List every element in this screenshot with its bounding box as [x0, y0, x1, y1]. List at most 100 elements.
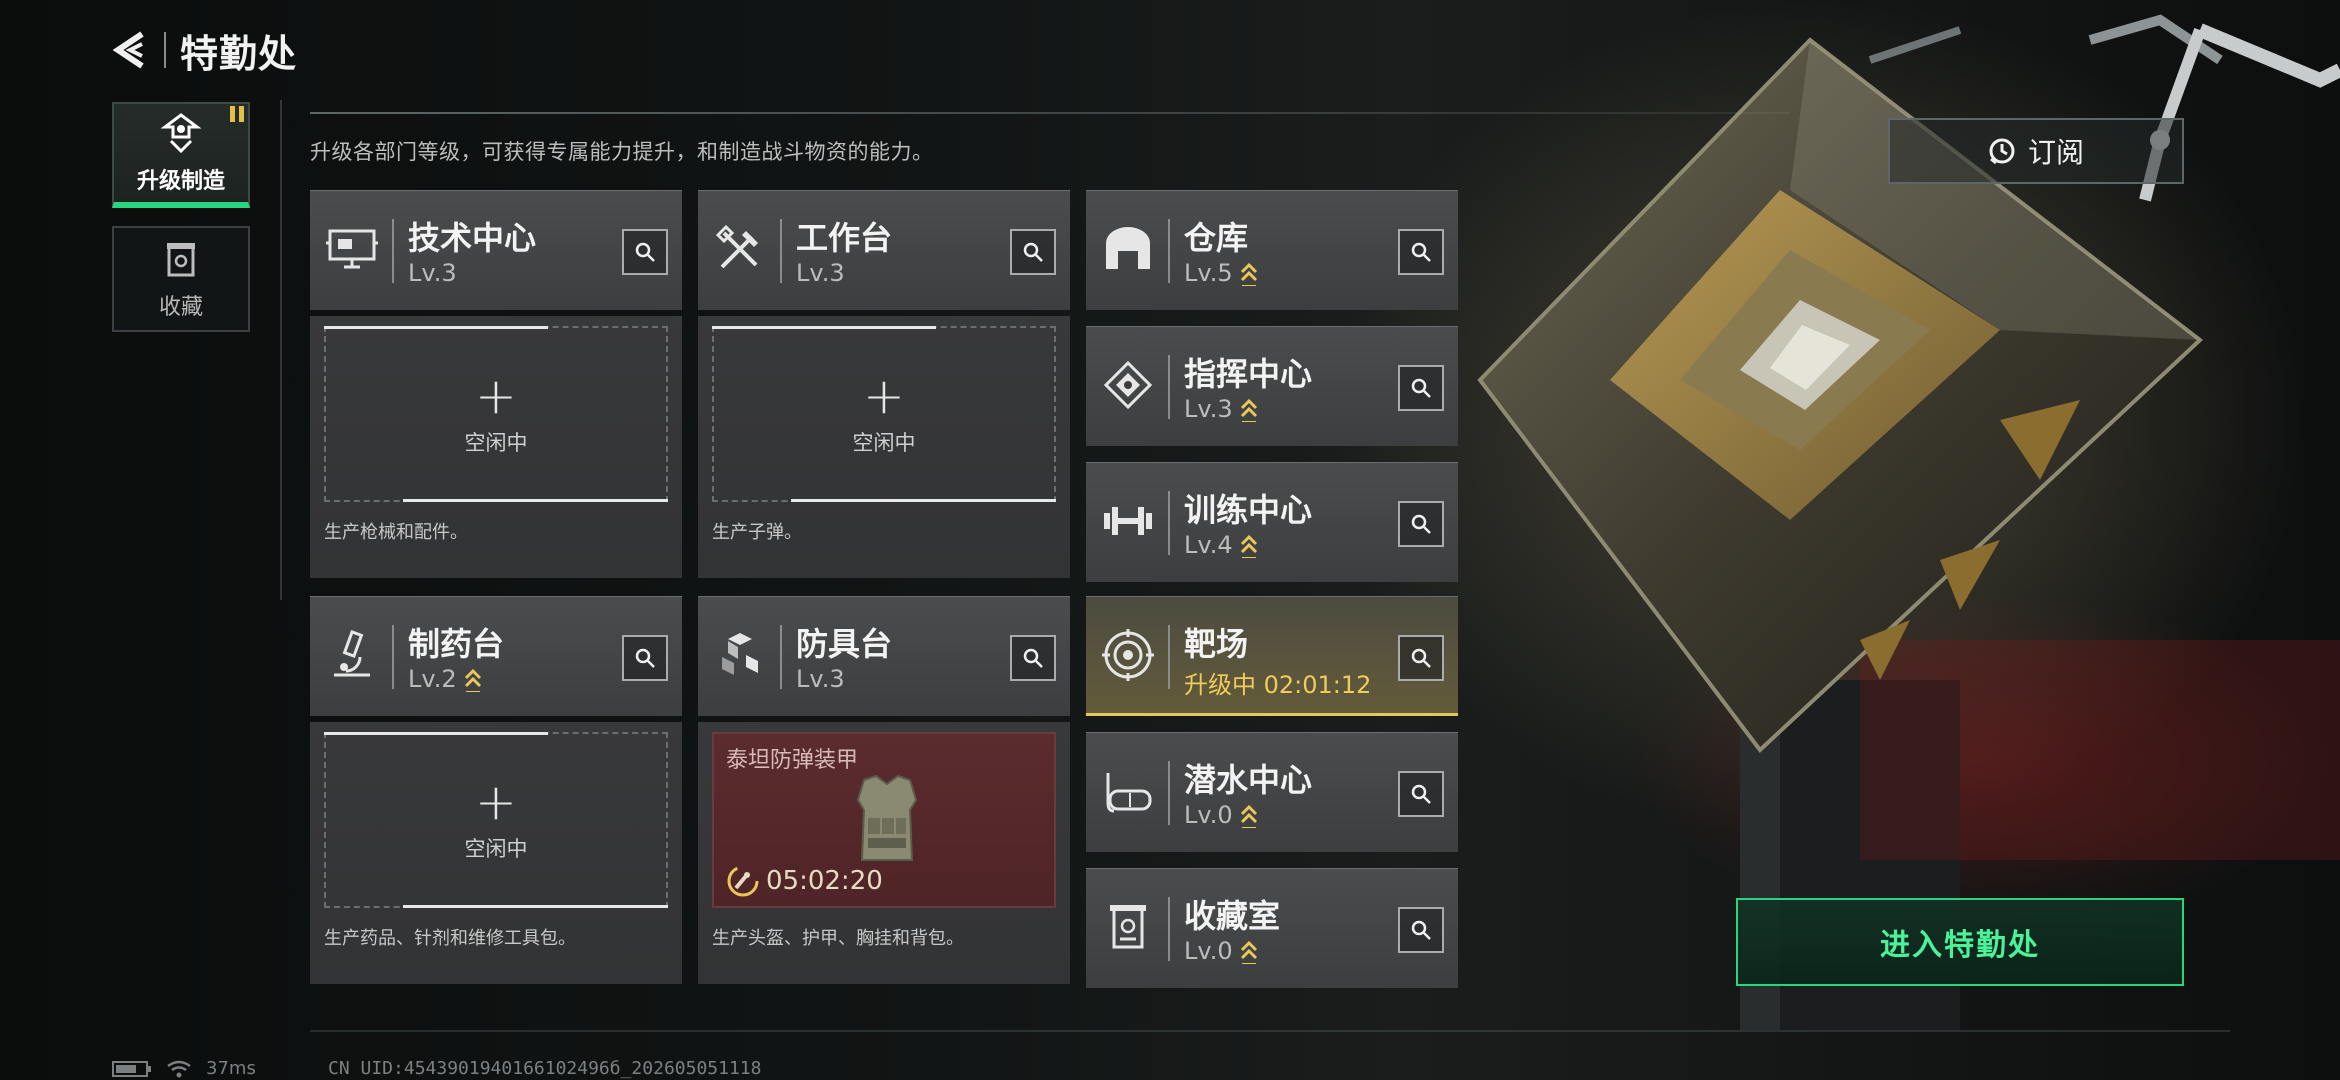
search-button[interactable]: [622, 635, 668, 681]
frame-line-vertical: [280, 100, 282, 600]
body-armor-icon: [856, 774, 918, 861]
search-icon: [1411, 648, 1431, 668]
facility-name: 收藏室: [1184, 897, 1281, 935]
search-button[interactable]: [1398, 229, 1444, 275]
search-button[interactable]: [1010, 229, 1056, 275]
upgrade-icon: [160, 113, 202, 154]
facility-card-workbench[interactable]: 工作台 Lv.3: [698, 190, 1070, 310]
user-uid: CN UID:4543901940166102496б_202605051118: [328, 1058, 762, 1079]
upgrade-available-icon: [1240, 940, 1257, 964]
enter-special-ops-label: 进入特勤处: [1880, 928, 2040, 963]
card-divider: [1168, 491, 1170, 555]
level-text: Lv.0: [1184, 801, 1233, 829]
facility-card-collection-room[interactable]: 收藏室 Lv.0: [1086, 868, 1458, 988]
card-divider: [392, 625, 394, 689]
level-text: Lv.3: [796, 665, 845, 693]
production-description: 生产头盔、护甲、胸挂和背包。: [712, 928, 964, 949]
computer-icon: [324, 221, 380, 277]
facility-name: 技术中心: [408, 219, 537, 257]
facility-level: Lv.4: [1184, 531, 1259, 559]
subscribe-button[interactable]: 订阅: [1888, 118, 2184, 184]
search-icon: [1411, 920, 1431, 940]
frame-line-top: [310, 112, 1790, 114]
facility-card-armor-bench[interactable]: 防具台 Lv.3: [698, 596, 1070, 716]
search-button[interactable]: [1398, 365, 1444, 411]
command-chip-icon: [1100, 357, 1156, 413]
tab-upgrade-craft[interactable]: 升级制造: [112, 102, 250, 208]
upgrade-available-icon: [1240, 398, 1257, 422]
production-panel-tech-center: + 空闲中 生产枪械和配件。: [310, 316, 682, 578]
facility-name: 靶场: [1184, 625, 1249, 663]
subscribe-label: 订阅: [2027, 136, 2084, 169]
level-text: Lv.3: [408, 259, 457, 287]
diving-mask-icon: [1100, 763, 1156, 819]
facility-level: Lv.3: [408, 259, 457, 287]
production-panel-armor-bench: 泰坦防弹装甲 05:02:20 生产头盔、护甲、胸挂和背包。: [698, 722, 1070, 984]
target-icon: [1100, 627, 1156, 683]
facility-card-shooting-range[interactable]: 靶场 升级中 02:01:12: [1086, 596, 1458, 716]
upgrade-available-icon: [464, 668, 481, 692]
facility-card-tech-center[interactable]: 技术中心 Lv.3: [310, 190, 682, 310]
tab-collection[interactable]: 收藏: [112, 226, 250, 332]
search-icon: [1411, 514, 1431, 534]
card-divider: [780, 219, 782, 283]
production-panel-pharmacy: + 空闲中 生产药品、针剂和维修工具包。: [310, 722, 682, 984]
frame-line-bottom: [310, 1030, 2230, 1032]
card-divider: [1168, 761, 1170, 825]
tab-upgrade-craft-label: 升级制造: [136, 169, 225, 194]
back-arrow-icon[interactable]: [108, 28, 152, 72]
search-button[interactable]: [1398, 907, 1444, 953]
production-panel-workbench: + 空闲中 生产子弹。: [698, 316, 1070, 578]
page-subtitle: 升级各部门等级，可获得专属能力提升，和制造战斗物资的能力。: [310, 140, 934, 164]
level-text: Lv.3: [1184, 395, 1233, 423]
ping-value: 37ms: [206, 1058, 256, 1079]
level-text: Lv.5: [1184, 259, 1233, 287]
search-button[interactable]: [1398, 501, 1444, 547]
search-button[interactable]: [1010, 635, 1056, 681]
enter-special-ops-button[interactable]: 进入特勤处: [1736, 898, 2184, 986]
search-button[interactable]: [1398, 635, 1444, 681]
crafting-time-remaining: 05:02:20: [766, 866, 883, 896]
level-text: Lv.2: [408, 665, 457, 693]
subscribe-icon: [1989, 138, 2015, 165]
search-button[interactable]: [622, 229, 668, 275]
production-slot-empty[interactable]: + 空闲中: [324, 732, 669, 908]
dumbbell-icon: [1100, 493, 1156, 549]
production-slot-empty[interactable]: + 空闲中: [324, 326, 669, 502]
tab-collection-label: 收藏: [158, 295, 203, 320]
search-button[interactable]: [1398, 771, 1444, 817]
card-divider: [392, 219, 394, 283]
facility-card-command-center[interactable]: 指挥中心 Lv.3: [1086, 326, 1458, 446]
facility-card-training-center[interactable]: 训练中心 Lv.4: [1086, 462, 1458, 582]
level-text: Lv.0: [1184, 937, 1233, 965]
search-icon: [1411, 242, 1431, 262]
facility-name: 潜水中心: [1184, 761, 1313, 799]
status-bar: 37ms: [112, 1058, 256, 1079]
production-description: 生产药品、针剂和维修工具包。: [324, 928, 576, 949]
title-separator: [164, 32, 166, 68]
card-divider: [1168, 219, 1170, 283]
upgrade-available-icon: [1240, 804, 1257, 828]
upgrade-available-icon: [1240, 534, 1257, 558]
card-divider: [1168, 897, 1170, 961]
production-slot-empty[interactable]: + 空闲中: [712, 326, 1057, 502]
production-slot-active[interactable]: 泰坦防弹装甲 05:02:20: [712, 732, 1056, 908]
search-icon: [1411, 378, 1431, 398]
slot-status: 空闲中: [464, 431, 528, 455]
facility-card-pharmacy[interactable]: 制药台 Lv.2: [310, 596, 682, 716]
slot-status: 空闲中: [464, 837, 528, 861]
battery-icon: [112, 1060, 151, 1077]
wifi-icon: [167, 1060, 191, 1077]
plus-icon: +: [863, 367, 905, 425]
search-icon: [1023, 648, 1043, 668]
facility-card-diving-center[interactable]: 潜水中心 Lv.0: [1086, 732, 1458, 852]
production-description: 生产枪械和配件。: [324, 522, 468, 543]
slot-status: 空闲中: [852, 431, 916, 455]
armor-blocks-icon: [712, 627, 768, 683]
level-text: Lv.4: [1184, 531, 1233, 559]
search-icon: [1411, 784, 1431, 804]
facility-level: Lv.0: [1184, 801, 1259, 829]
facility-card-warehouse[interactable]: 仓库 Lv.5: [1086, 190, 1458, 310]
microscope-icon: [324, 627, 380, 683]
card-divider: [1168, 625, 1170, 689]
